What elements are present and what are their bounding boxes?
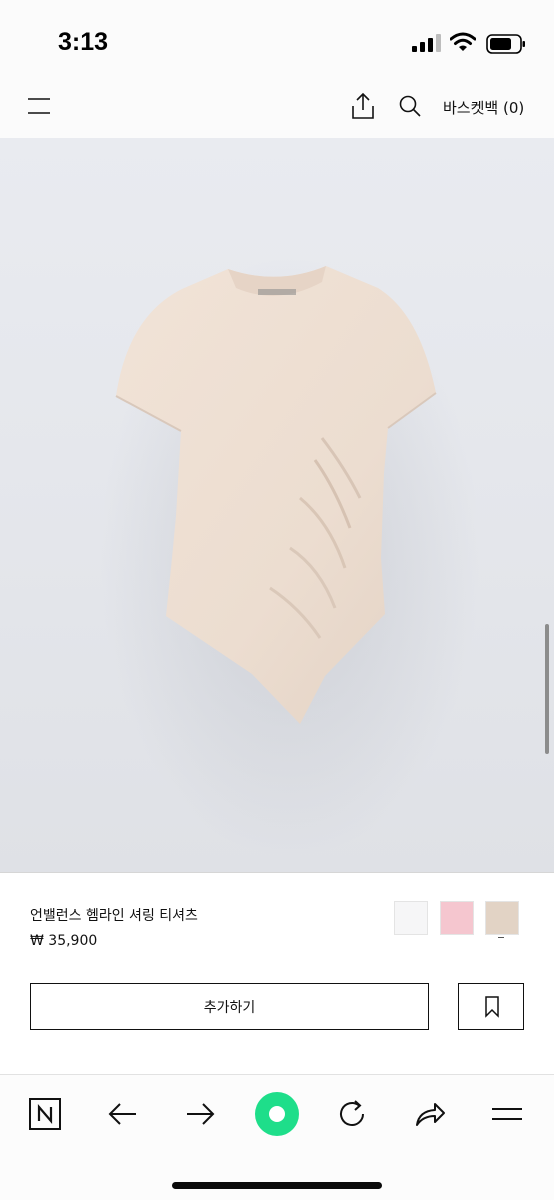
add-to-bag-button[interactable]: 추가하기 — [30, 983, 429, 1030]
naver-n-icon[interactable] — [28, 1097, 62, 1131]
product-price: ₩ 35,900 — [30, 933, 98, 949]
color-swatch-pink[interactable] — [440, 901, 474, 935]
wifi-icon — [450, 32, 476, 51]
share-icon[interactable] — [350, 92, 376, 120]
color-swatch-beige[interactable] — [485, 901, 519, 935]
menu-icon[interactable] — [490, 1097, 524, 1131]
forward-arrow-icon[interactable] — [183, 1097, 217, 1131]
product-info: 언밸런스 헴라인 셔링 티셔츠 ₩ 35,900 추가하기 — [0, 872, 554, 1072]
reload-icon[interactable] — [336, 1097, 370, 1131]
color-swatch-white[interactable] — [394, 901, 428, 935]
selected-swatch-indicator — [498, 937, 504, 938]
status-time: 3:13 — [58, 28, 109, 56]
green-circle-icon[interactable] — [254, 1091, 300, 1137]
share-arrow-icon[interactable] — [413, 1097, 447, 1131]
product-image[interactable] — [0, 138, 554, 872]
scroll-indicator — [545, 624, 549, 754]
hamburger-menu-icon[interactable] — [28, 96, 50, 116]
browser-toolbar — [0, 1074, 554, 1200]
bookmark-icon — [485, 996, 499, 1018]
bookmark-button[interactable] — [458, 983, 524, 1030]
home-indicator — [172, 1182, 382, 1189]
basket-link[interactable]: 바스켓백 (0) — [443, 97, 524, 118]
product-name: 언밸런스 헴라인 셔링 티셔츠 — [30, 908, 198, 924]
tshirt-illustration — [100, 258, 480, 858]
battery-icon — [486, 34, 525, 54]
search-icon[interactable] — [398, 94, 422, 118]
back-arrow-icon[interactable] — [106, 1097, 140, 1131]
top-navigation: 바스켓백 (0) — [0, 80, 554, 138]
cellular-signal-icon — [412, 34, 441, 52]
status-bar: 3:13 — [0, 0, 554, 80]
